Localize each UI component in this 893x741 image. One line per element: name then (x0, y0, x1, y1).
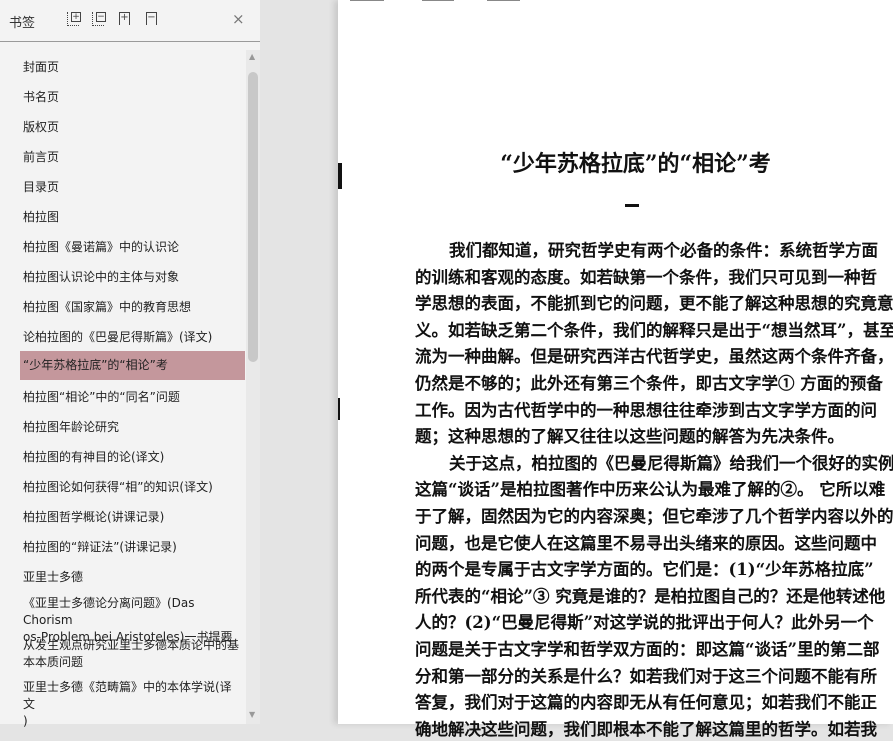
bookmark-label: 亚里士多德《范畴篇》中的本体学说(译文 (23, 680, 232, 711)
bookmark-label: 封面页 (23, 60, 60, 74)
bookmark-label: 柏拉图认识论中的主体与对象 (23, 270, 180, 284)
bookmark-item[interactable]: 柏拉图的有神目的论(译文) (20, 449, 245, 466)
text-line: 这篇“谈话”是柏拉图著作中历来公认为最难了解的②。 它所以难 (415, 480, 886, 500)
bookmark-item[interactable]: 亚里士多德《范畴篇》中的本体学说(译文) (20, 679, 245, 730)
bookmark-label: 柏拉图的“辩证法”(讲课记录) (23, 540, 177, 554)
text-line: 仍然是不够的；此外还有第三个条件，即古文字学① 方面的预备 (415, 374, 883, 393)
bookmark-label: 目录页 (23, 180, 60, 194)
text-line: 人的？(2)“巴曼尼得斯”对这学说的批评出于何人？此外另一个 (415, 613, 874, 633)
bookmark-label: 柏拉图哲学概论(讲课记录) (23, 510, 165, 524)
section-number (625, 204, 639, 207)
bookmark-label: 柏拉图《国家篇》中的教育思想 (23, 300, 192, 314)
bookmark-item[interactable]: 柏拉图 (20, 209, 245, 226)
bookmark-label: 柏拉图的有神目的论(译文) (23, 450, 165, 464)
text-line: 我们都知道，研究哲学史有两个必备的条件：系统哲学方面 (449, 241, 878, 260)
page-edge-mark (422, 0, 454, 1)
bookmark-label: “少年苏格拉底”的“相论”考 (23, 358, 168, 372)
chapter-title: “少年苏格拉底”的“相论”考 (500, 151, 771, 177)
document-page: “少年苏格拉底”的“相论”考 我们都知道，研究哲学史有两个必备的条件：系统哲学方… (338, 0, 893, 739)
text-line: 答复，我们对于这篇的内容即无从有任何意见；如若我们不能正 (415, 693, 877, 713)
bookmark-label: 版权页 (23, 120, 60, 134)
bookmark-label: 从发生观点研究亚里士多德本质论中的基 (23, 638, 240, 652)
bookmark-item[interactable]: 前言页 (20, 149, 245, 166)
bookmark-label: 柏拉图“相论”中的“同名”问题 (23, 390, 180, 404)
remove-bookmark-icon[interactable]: − (146, 12, 157, 25)
collapse-all-icon[interactable]: − (92, 12, 106, 26)
bookmark-label: 前言页 (23, 150, 60, 164)
bookmark-label: 本本质问题 (23, 655, 84, 669)
bookmark-item[interactable]: 柏拉图哲学概论(讲课记录) (20, 509, 245, 526)
expand-all-icon[interactable]: + (67, 12, 81, 26)
text-line: 于了解，固然因为它的内容深奥；但它牵涉了几个哲学内容以外的 (415, 507, 893, 526)
close-icon[interactable]: × (232, 10, 245, 28)
bookmark-item[interactable]: 书名页 (20, 89, 245, 106)
bookmark-label: 书名页 (23, 90, 60, 104)
bookmark-label: 亚里士多德 (23, 570, 84, 584)
scan-edge-mark (338, 398, 340, 420)
scroll-down-icon[interactable]: ▼ (249, 710, 255, 719)
bookmark-label: 论柏拉图的《巴曼尼得斯篇》(译文) (23, 330, 213, 344)
text-line: 确地解决这些问题，我们即根本不能了解这篇里的哲学。如若我 (415, 719, 877, 739)
text-line: 义。如若缺乏第二个条件，我们的解释只是出于“想当然耳”，甚至 (415, 320, 893, 340)
bookmark-item[interactable]: 封面页 (20, 59, 245, 76)
scan-edge-mark (338, 163, 342, 189)
text-line: 分和第一部分的关系是什么？如若我们对于这三个问题不能有所 (415, 666, 877, 686)
bookmark-item[interactable]: 从发生观点研究亚里士多德本质论中的基 本本质问题 (20, 637, 245, 671)
bookmark-label: 柏拉图年龄论研究 (23, 420, 120, 434)
bookmark-item[interactable]: 目录页 (20, 179, 245, 196)
text-line: 问题，也是它使人在这篇里不易寻出头绪来的原因。这些问题中 (415, 533, 877, 553)
bookmark-item[interactable]: 柏拉图《国家篇》中的教育思想 (20, 299, 245, 316)
bookmark-item[interactable]: 版权页 (20, 119, 245, 136)
bookmark-label: 柏拉图《曼诺篇》中的认识论 (23, 240, 180, 254)
bookmark-item[interactable]: 亚里士多德 (20, 569, 245, 586)
bookmark-label: 柏拉图论如何获得“相”的知识(译文) (23, 480, 213, 494)
page-edge-mark (350, 0, 384, 1)
scroll-up-icon[interactable]: ▲ (249, 52, 255, 61)
bookmark-label: 柏拉图 (23, 210, 60, 224)
text-line: 题；这种思想的了解又往往以这些问题的解答为先决条件。 (415, 427, 844, 447)
text-line: 流为一种曲解。但是研究西洋古代哲学史，虽然这两个条件齐备， (415, 347, 893, 367)
text-line: 所代表的“相论”③ 究竟是谁的？是柏拉图自己的？还是他转述他 (415, 586, 886, 606)
bookmark-item[interactable]: 柏拉图论如何获得“相”的知识(译文) (20, 479, 245, 496)
add-bookmark-icon[interactable]: + (119, 12, 130, 25)
bookmark-label: 《亚里士多德论分离问题》(Das Chorism (23, 596, 195, 627)
bookmark-item[interactable]: 柏拉图的“辩证法”(讲课记录) (20, 539, 245, 556)
page-edge-mark (487, 0, 520, 1)
text-line: 学思想的表面，不能抓到它的问题，更不能了解这种思想的究竟意 (415, 294, 893, 314)
text-line: 工作。因为古代哲学中的一种思想往往牵涉到古文字学方面的问 (415, 400, 877, 420)
text-line: 关于这点，柏拉图的《巴曼尼得斯篇》给我们一个很好的实例。 (449, 453, 893, 473)
scrollbar-thumb[interactable] (248, 72, 258, 362)
scrollbar[interactable]: ▲ ▼ (246, 50, 260, 724)
bookmark-item[interactable]: 柏拉图“相论”中的“同名”问题 (20, 389, 245, 406)
bookmark-item[interactable]: 柏拉图认识论中的主体与对象 (20, 269, 245, 286)
bookmark-item[interactable]: “少年苏格拉底”的“相论”考 (20, 351, 245, 380)
bookmark-item[interactable]: 论柏拉图的《巴曼尼得斯篇》(译文) (20, 329, 245, 346)
bookmark-panel-header: 书签 + − + − × (0, 0, 260, 42)
panel-title: 书签 (9, 16, 36, 31)
bookmark-label: ) (23, 714, 28, 728)
bookmark-item[interactable]: 柏拉图年龄论研究 (20, 419, 245, 436)
bookmark-panel: 书签 + − + − × 封面页书名页版权页前言页目录页柏拉图柏拉图《曼诺篇》中… (0, 0, 260, 728)
text-line: 问题是关于古文字学和哲学双方面的：即这篇“谈话”里的第二部 (415, 640, 880, 659)
text-line: 的训练和客观的态度。如若缺第一个条件，我们只可见到一种哲 (415, 267, 877, 287)
text-line: 的两个是专属于古文字学方面的。它们是：(1)“少年苏格拉底” (415, 560, 874, 580)
bookmark-item[interactable]: 柏拉图《曼诺篇》中的认识论 (20, 239, 245, 256)
